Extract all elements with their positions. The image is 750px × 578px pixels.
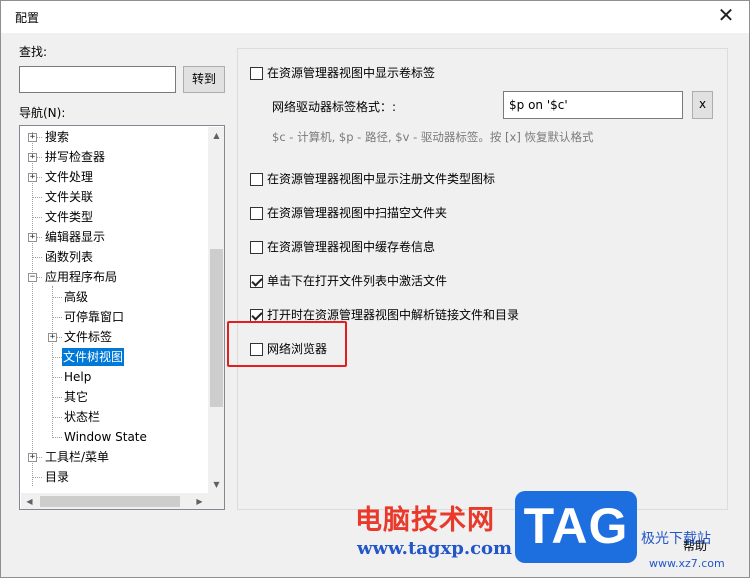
- scroll-down-icon[interactable]: ▼: [208, 476, 224, 493]
- tree-connector: [32, 217, 42, 218]
- expand-icon[interactable]: +: [28, 133, 37, 142]
- tree-item-other[interactable]: 其它: [63, 388, 89, 406]
- navigation-tree[interactable]: + 搜索 + 拼写检查器 + 文件处理 文件关联 文件类型 + 编辑器显示 函数…: [19, 125, 225, 510]
- tree-connector: [32, 197, 42, 198]
- checkbox-checked[interactable]: [250, 275, 263, 288]
- watermark-site: 极光下载站: [641, 531, 711, 547]
- tree-horizontal-scrollbar[interactable]: ◀ ▶: [21, 493, 208, 509]
- expand-icon[interactable]: +: [28, 453, 37, 462]
- scroll-right-icon[interactable]: ▶: [191, 493, 208, 509]
- tree-item-file-types[interactable]: 文件类型: [44, 208, 94, 226]
- tree-item-directory[interactable]: 目录: [44, 468, 70, 486]
- tree-item-advanced[interactable]: 高级: [63, 288, 89, 306]
- goto-button[interactable]: 转到: [183, 66, 225, 93]
- tree-item-function-list[interactable]: 函数列表: [44, 248, 94, 266]
- scrollbar-corner: [208, 493, 224, 509]
- tree-item-file-handling[interactable]: 文件处理: [44, 168, 94, 186]
- scroll-up-icon[interactable]: ▲: [208, 127, 224, 144]
- tree-item-window-state[interactable]: Window State: [63, 428, 148, 446]
- scrollbar-thumb[interactable]: [210, 249, 223, 407]
- tree-item-status-bar[interactable]: 状态栏: [63, 408, 101, 426]
- tree-item-editor-display[interactable]: 编辑器显示: [44, 228, 106, 246]
- checkbox[interactable]: [250, 67, 263, 80]
- search-input[interactable]: [19, 66, 176, 93]
- expand-icon[interactable]: +: [28, 153, 37, 162]
- watermark-brand: 电脑技术网: [355, 505, 495, 536]
- expand-icon[interactable]: +: [28, 173, 37, 182]
- expand-icon[interactable]: +: [28, 233, 37, 242]
- highlight-box: [227, 321, 347, 367]
- tree-item-toolbar-menu[interactable]: 工具栏/菜单: [44, 448, 110, 466]
- collapse-icon[interactable]: −: [28, 273, 37, 282]
- tree-connector: [52, 357, 62, 358]
- format-hint: $c - 计算机, $p - 路径, $v - 驱动器标签。按 [x] 恢复默认…: [272, 130, 594, 144]
- checkbox[interactable]: [250, 207, 263, 220]
- config-dialog: 配置 ✕ 查找: 转到 导航(N): + 搜索 + 拼写检查器 + 文件处理 文…: [0, 0, 750, 578]
- watermark-tag-logo: TAG: [515, 491, 637, 563]
- tree-vertical-scrollbar[interactable]: ▲ ▼: [208, 127, 224, 493]
- net-drive-label-format-label: 网络驱动器标签格式：:: [272, 100, 397, 114]
- title-bar: 配置 ✕: [1, 1, 749, 33]
- scrollbar-thumb[interactable]: [40, 496, 180, 507]
- tree-item-app-layout[interactable]: 应用程序布局: [44, 268, 118, 286]
- reset-format-button[interactable]: x: [692, 91, 713, 119]
- tree-item-file-tabs[interactable]: 文件标签: [63, 328, 113, 346]
- watermark-site-url: www.xz7.com: [649, 557, 725, 570]
- close-icon[interactable]: ✕: [713, 5, 739, 27]
- tree-connector: [32, 257, 42, 258]
- tree-connector: [32, 132, 33, 486]
- expand-icon[interactable]: +: [48, 333, 57, 342]
- checkbox[interactable]: [250, 173, 263, 186]
- net-drive-format-input[interactable]: [503, 91, 683, 119]
- tree-connector: [52, 437, 62, 438]
- find-label: 查找:: [19, 45, 48, 59]
- watermark-url: www.tagxp.com: [357, 538, 513, 559]
- window-title: 配置: [15, 11, 40, 25]
- tree-item-search[interactable]: 搜索: [44, 128, 70, 146]
- tree-connector: [52, 286, 53, 438]
- tree-item-file-tree-view[interactable]: 文件树视图: [62, 348, 125, 366]
- tree-item-help[interactable]: Help: [63, 368, 92, 386]
- navigation-label: 导航(N):: [19, 106, 66, 120]
- tree-connector: [52, 377, 62, 378]
- tree-connector: [52, 417, 62, 418]
- tree-item-dockable-windows[interactable]: 可停靠窗口: [63, 308, 125, 326]
- checkbox[interactable]: [250, 241, 263, 254]
- tree-item-file-association[interactable]: 文件关联: [44, 188, 94, 206]
- tree-connector: [52, 317, 62, 318]
- scroll-left-icon[interactable]: ◀: [21, 493, 38, 509]
- tree-connector: [52, 297, 62, 298]
- tree-item-spellcheck[interactable]: 拼写检查器: [44, 148, 106, 166]
- tree-connector: [32, 477, 42, 478]
- tree-connector: [52, 397, 62, 398]
